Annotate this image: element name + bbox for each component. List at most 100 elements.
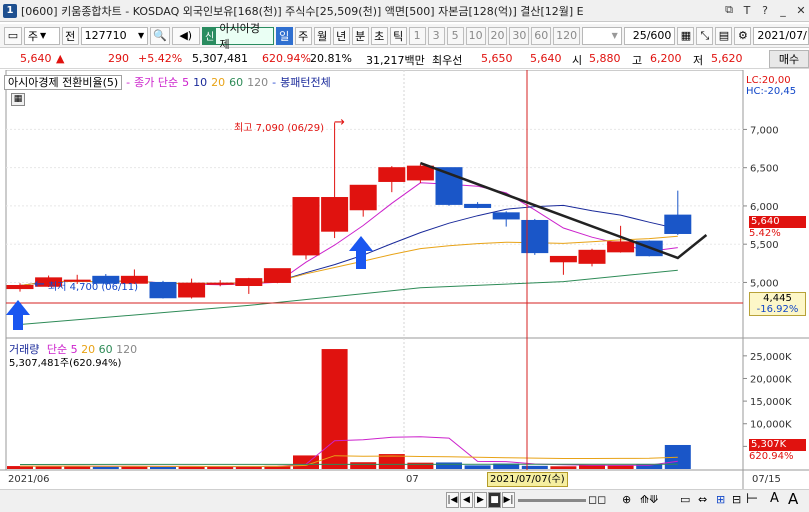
high-annotation: 최고 7,090 (06/29) [234, 123, 325, 134]
volume-tick-label: 20,000K [750, 374, 792, 385]
volume-bar [607, 465, 634, 469]
table-icon[interactable]: ▦ [11, 93, 25, 106]
interval-select[interactable]: ▼ [582, 26, 622, 45]
volume-bar [350, 462, 377, 469]
volume-bar [436, 462, 462, 469]
date-input[interactable]: 2021/07/1 [753, 26, 809, 45]
close-icon[interactable]: ✕ [793, 2, 809, 18]
count-input[interactable]: 25/600 [623, 26, 676, 45]
type-select-value: 주 [27, 29, 39, 43]
period-month[interactable]: 월 [313, 26, 331, 45]
first-page-icon[interactable]: |◀ [446, 492, 459, 508]
cursor-pct: -16.92% [756, 304, 799, 315]
volume-tag: 5,307K [749, 439, 806, 451]
scroll-track[interactable] [518, 499, 586, 502]
font-size-up[interactable]: A [788, 490, 798, 508]
restore-icon[interactable]: ⧉ [721, 2, 737, 18]
interval-10[interactable]: 10 [465, 26, 486, 45]
candle-body [406, 165, 434, 181]
candle-body [521, 219, 549, 254]
code-value: 127710 [84, 29, 127, 42]
prev-icon[interactable]: ◀ [460, 492, 473, 508]
price-tick-label: 6,000 [750, 202, 779, 213]
interval-3[interactable]: 3 [427, 26, 445, 45]
layout-icon[interactable]: ▤ [715, 26, 733, 45]
stop-icon[interactable]: ■ [488, 492, 501, 508]
type-select[interactable]: 주 ▼ [23, 26, 60, 45]
lc-label: LC:20,00 [746, 75, 791, 86]
interval-120[interactable]: 120 [553, 26, 581, 45]
price-tick-label: 5,500 [750, 240, 779, 251]
text-tool-icon[interactable]: ⊞ [716, 493, 725, 506]
fullscreen-icon[interactable]: ⇔ [698, 493, 707, 506]
ma-legend-title: 종가 단순 [134, 76, 179, 89]
interval-30[interactable]: 30 [509, 26, 530, 45]
candle-body [263, 268, 291, 283]
title-bar: 1 [0600] 키움종합차트 - KOSDAQ 외국인보유[168(천)] 주… [0, 0, 809, 22]
interval-5[interactable]: 5 [446, 26, 464, 45]
ma-legend-120: 120 [247, 75, 269, 89]
volume-tick-label: 10,000K [750, 420, 792, 431]
app-icon: 1 [3, 3, 17, 18]
candle-body [321, 197, 349, 232]
period-minute[interactable]: 분 [351, 26, 369, 45]
low-label: 저 [693, 54, 704, 67]
price-panel [5, 70, 744, 471]
last-page-icon[interactable]: ▶| [502, 492, 515, 508]
stock-name-tag[interactable]: 신 아시아경제 [201, 22, 274, 51]
cursor-date-tag: 2021/07/07(수) [487, 472, 568, 487]
volume: 5,307,481 [192, 52, 248, 65]
indicator-legend[interactable]: 아시아경제 전환비율(5) [4, 74, 123, 90]
period-week[interactable]: 주 [294, 26, 312, 45]
gear-icon[interactable]: ⚙ [734, 26, 752, 45]
search-icon[interactable]: 🔍 [150, 26, 170, 45]
font-size-down[interactable]: A [770, 491, 779, 506]
price-change: 290 [108, 52, 129, 65]
next-icon[interactable]: ▶ [474, 492, 487, 508]
period-year[interactable]: 년 [332, 26, 350, 45]
high-arrow-icon: → [334, 115, 345, 130]
scroll-handle-icon[interactable]: ⊢ [746, 491, 758, 507]
volume-bar [550, 466, 577, 469]
interval-20[interactable]: 20 [487, 26, 508, 45]
window-link-icon[interactable]: ▭ [4, 26, 22, 45]
price-tick-label: 7,000 [750, 125, 779, 136]
buy-button[interactable]: 매수 [769, 50, 809, 68]
minimize-icon[interactable]: _ [775, 2, 791, 18]
all-button[interactable]: 전 [61, 26, 79, 45]
volume-bar [664, 444, 691, 469]
period-day[interactable]: 일 [275, 26, 293, 45]
ma-legend-10: 10 [193, 75, 208, 89]
grid-icon[interactable]: ▦ [677, 26, 695, 45]
period-tick[interactable]: 틱 [389, 26, 407, 45]
pin-icon[interactable]: T [739, 2, 755, 18]
quote-bar: 5,640 ▲ 290 +5.42% 5,307,481 620.94% 20.… [0, 49, 809, 69]
candle-body [149, 281, 177, 299]
last-pct-tag: 5.42% [749, 228, 781, 239]
measure-icon[interactable]: ▭ [680, 493, 690, 506]
crosshair-icon[interactable]: ⊕ [622, 493, 631, 506]
zoom-tools-icon[interactable]: ◻◻ [588, 493, 606, 506]
sound-icon[interactable]: ◀) [171, 26, 200, 45]
zoom-icon[interactable]: ⤡ [696, 26, 714, 45]
ma-legend-5: 5 [182, 75, 190, 89]
last-price-tag: 5,640 [749, 216, 806, 228]
settings-icon[interactable]: ⊟ [732, 493, 741, 506]
period-second[interactable]: 초 [370, 26, 388, 45]
pattern-legend-dot: - [272, 75, 277, 89]
ma-legend-dot: - [126, 75, 131, 89]
code-input[interactable]: 127710 ▼ [80, 26, 149, 45]
open-label: 시 [572, 54, 583, 67]
change-percent: +5.42% [138, 52, 183, 65]
candle-body [464, 203, 492, 208]
toolbar: ▭ 주 ▼ 전 127710 ▼ 🔍 ◀) 신 아시아경제 일 주 월 년 분 초 … [0, 22, 809, 51]
trade-amount: 31,217백만 [366, 54, 425, 67]
window-title: [0600] 키움종합차트 - KOSDAQ 외국인보유[168(천)] 주식수… [21, 4, 584, 18]
candle-body [549, 255, 577, 263]
chevron-down-icon: ▼ [40, 31, 47, 40]
interval-1[interactable]: 1 [408, 26, 426, 45]
help-icon[interactable]: ? [757, 2, 773, 18]
up-arrow-icon: ▲ [56, 52, 65, 65]
interval-60[interactable]: 60 [531, 26, 552, 45]
ruler-icon[interactable]: ⟰⟱ [640, 493, 658, 506]
